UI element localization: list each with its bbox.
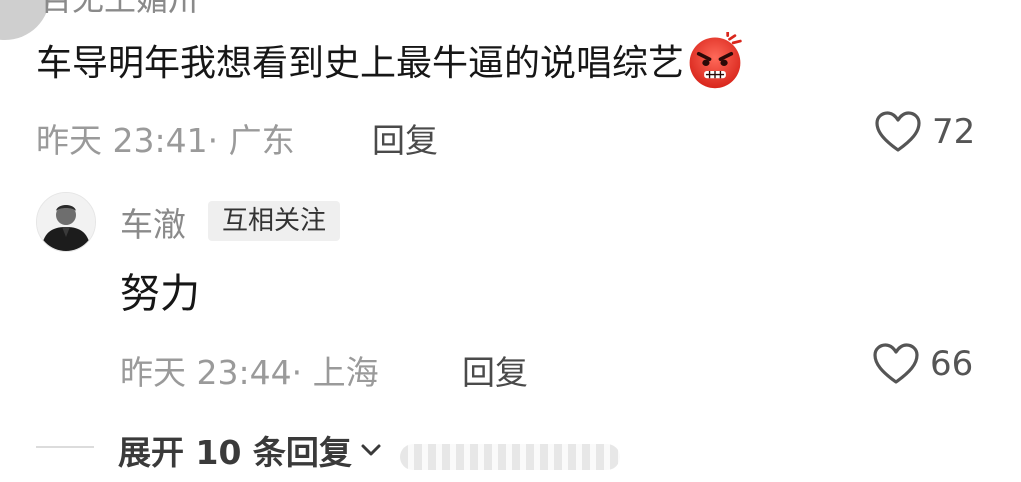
comment-time: 昨天 23:41: [36, 121, 208, 160]
reply-like-count: 66: [930, 344, 974, 384]
comment-reply-button[interactable]: 回复: [372, 114, 438, 162]
previous-commenter-username[interactable]: 百无王媚卅: [40, 0, 200, 20]
expand-replies-button[interactable]: 展开 10 条回复: [118, 426, 384, 474]
watermark: [400, 444, 620, 470]
reply-username[interactable]: 车澈: [120, 198, 186, 246]
heart-icon[interactable]: [872, 342, 920, 386]
reply-location: 上海: [312, 353, 379, 392]
comment-text: 车导明年我想看到史上最牛逼的说唱综艺: [36, 43, 685, 84]
comment-body: 车导明年我想看到史上最牛逼的说唱综艺: [36, 32, 744, 94]
meta-separator: ·: [207, 121, 219, 160]
heart-icon[interactable]: [874, 110, 922, 154]
reply-reply-button[interactable]: 回复: [462, 346, 528, 394]
expand-replies-label: 展开 10 条回复: [118, 433, 352, 472]
mutual-follow-badge: 互相关注: [208, 201, 341, 241]
expand-divider: [36, 446, 94, 448]
comment-like-button[interactable]: 72: [874, 110, 975, 154]
reply-avatar[interactable]: [36, 192, 96, 252]
comment-like-count: 72: [932, 112, 976, 152]
angry-face-icon: [689, 32, 742, 89]
chevron-down-icon: [361, 444, 381, 456]
comment-meta: 昨天 23:41· 广东: [36, 114, 295, 162]
meta-separator: ·: [291, 353, 303, 392]
reply-time: 昨天 23:44: [120, 353, 292, 392]
comment-location: 广东: [228, 121, 295, 160]
reply-meta: 昨天 23:44· 上海: [120, 346, 379, 394]
avatar-image: [37, 193, 95, 251]
reply-like-button[interactable]: 66: [872, 342, 973, 386]
reply-text: 努力: [120, 271, 200, 317]
